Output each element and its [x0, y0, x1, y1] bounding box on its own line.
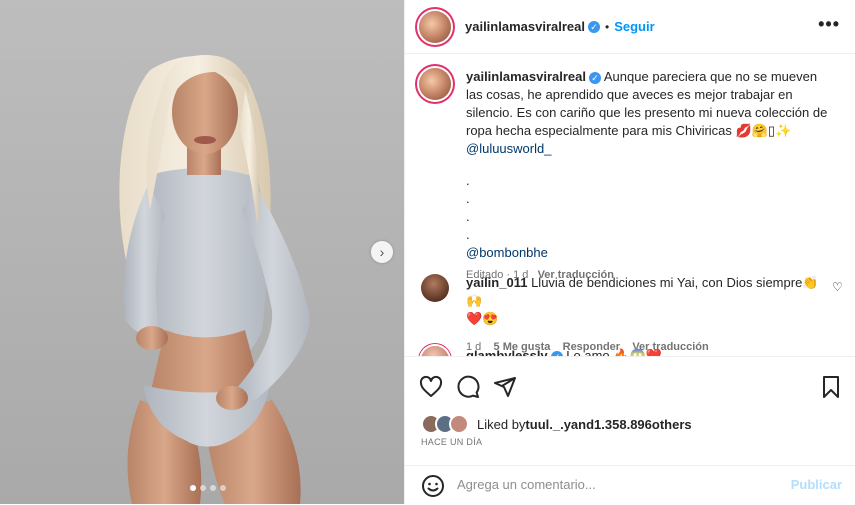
- comment-input[interactable]: [455, 476, 779, 493]
- likes-prefix: Liked by: [477, 416, 526, 432]
- comment-username[interactable]: yailin_011: [466, 275, 527, 290]
- caption-mention[interactable]: @luluusworld_: [466, 141, 551, 156]
- carousel-dot: [210, 485, 216, 491]
- caption: yailinlamasviralreal ✓ Aunque pareciera q…: [466, 68, 836, 284]
- author-avatar[interactable]: [419, 11, 451, 43]
- comment-bar: Publicar: [405, 465, 855, 505]
- caption-dot: .: [466, 227, 470, 242]
- caption-mention-2[interactable]: @bombonbhe: [466, 244, 836, 262]
- comments-scroll[interactable]: yailinlamasviralreal ✓ Aunque pareciera q…: [405, 54, 855, 356]
- author-username[interactable]: yailinlamasviralreal: [465, 19, 585, 34]
- separator: •: [604, 19, 610, 34]
- post-time-ago[interactable]: HACE UN DÍA: [421, 437, 482, 447]
- post-image[interactable]: ›: [0, 0, 404, 504]
- comment-avatar[interactable]: [421, 346, 449, 356]
- carousel-dot: [220, 485, 226, 491]
- verified-icon: ✓: [587, 20, 600, 33]
- caption-username[interactable]: yailinlamasviralreal: [466, 69, 586, 84]
- more-options-icon[interactable]: •••: [818, 14, 840, 35]
- next-image-button[interactable]: ›: [371, 241, 393, 263]
- post-details-pane: yailinlamasviralreal ✓ • Seguir ••• yail…: [404, 0, 855, 504]
- comment-avatar[interactable]: [421, 274, 449, 302]
- emoji-smiley-icon[interactable]: [421, 474, 445, 503]
- bookmark-icon[interactable]: [819, 375, 843, 404]
- comment-emojis: ❤️😍: [466, 311, 499, 326]
- verified-icon: ✓: [588, 71, 601, 84]
- carousel-dots: [190, 485, 226, 491]
- liked-by-user[interactable]: tuul._.yand: [525, 417, 594, 432]
- post-actions: Liked bytuul._.yand1.358.896others HACE …: [405, 356, 855, 504]
- comment-bubble-icon[interactable]: [456, 375, 480, 404]
- caption-avatar[interactable]: [419, 68, 451, 100]
- comment-username[interactable]: glambylessly: [466, 348, 548, 356]
- post-image-illustration: [119, 55, 310, 504]
- follow-button[interactable]: Seguir: [614, 19, 654, 34]
- likes-text: Liked bytuul._.yand1.358.896others: [477, 417, 692, 432]
- comment: yailin_011 Lluvia de bendiciones mi Yai,…: [466, 274, 826, 356]
- post-header: yailinlamasviralreal ✓ • Seguir •••: [405, 0, 855, 54]
- share-paper-plane-icon[interactable]: [493, 375, 517, 404]
- likes-count[interactable]: 1.358.896: [594, 417, 652, 432]
- publish-button[interactable]: Publicar: [791, 477, 842, 492]
- caption-dot: .: [466, 191, 470, 206]
- carousel-dot: [190, 485, 196, 491]
- author-line: yailinlamasviralreal ✓ • Seguir: [465, 19, 655, 34]
- comment-like-heart-icon[interactable]: ♡: [832, 280, 843, 294]
- caption-dot: .: [466, 209, 470, 224]
- liker-avatar[interactable]: [449, 414, 469, 434]
- comment: glambylessly✓ Lo amo 🔥😱❤️: [466, 347, 662, 356]
- carousel-dot: [200, 485, 206, 491]
- likes-suffix[interactable]: others: [652, 417, 692, 432]
- comment-text: Lo amo 🔥😱❤️: [566, 348, 662, 356]
- caption-emojis: 💋🤗▯✨: [735, 123, 792, 138]
- caption-dot: .: [466, 173, 470, 188]
- likes-summary: Liked bytuul._.yand1.358.896others: [421, 414, 692, 434]
- like-heart-icon[interactable]: [419, 375, 443, 404]
